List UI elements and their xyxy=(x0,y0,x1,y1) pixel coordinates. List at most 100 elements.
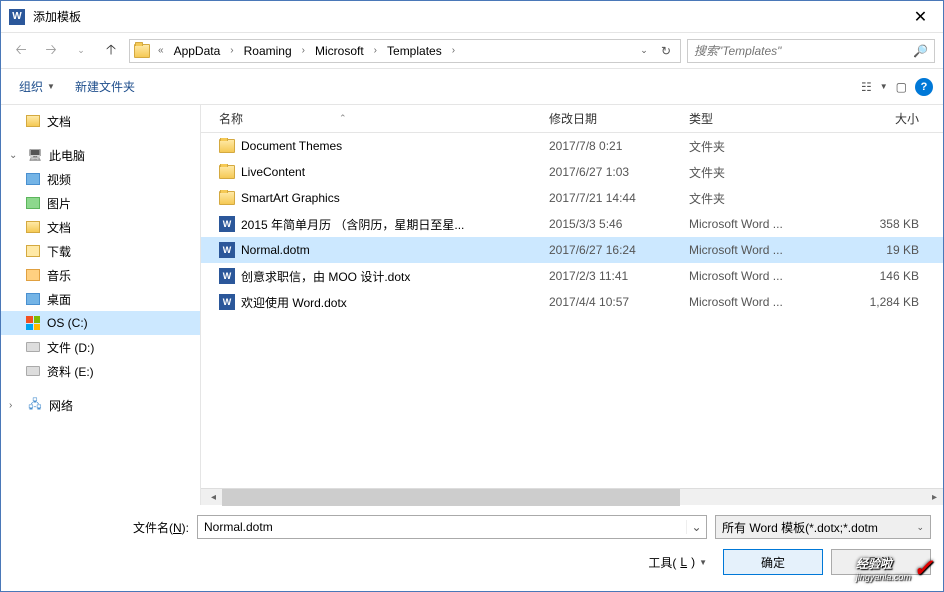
tree-music[interactable]: 音乐 xyxy=(1,263,200,287)
horizontal-scrollbar[interactable]: ◂ ▸ xyxy=(205,488,943,505)
word-file-icon: W xyxy=(219,216,235,232)
nav-back[interactable]: 🡠 xyxy=(9,39,33,63)
tree-desktop[interactable]: 桌面 xyxy=(1,287,200,311)
desktop-icon xyxy=(26,293,40,305)
word-file-icon: W xyxy=(219,268,235,284)
chevron-down-icon: ⌄ xyxy=(916,522,924,533)
file-date: 2017/4/4 10:57 xyxy=(549,295,689,309)
file-list: Document Themes2017/7/8 0:21文件夹LiveConte… xyxy=(201,133,943,488)
tree-drive-d[interactable]: 文件 (D:) xyxy=(1,335,200,359)
scroll-thumb[interactable] xyxy=(222,489,680,506)
folder-icon xyxy=(219,165,235,179)
column-size[interactable]: 大小 xyxy=(839,110,929,127)
file-row[interactable]: W2015 年简单月历 （含阴历，星期日至星...2015/3/3 5:46Mi… xyxy=(201,211,943,237)
tree-downloads[interactable]: 下载 xyxy=(1,239,200,263)
file-type: Microsoft Word ... xyxy=(689,243,839,257)
chevron-icon[interactable]: › xyxy=(448,45,459,56)
folder-icon xyxy=(219,139,235,153)
network-icon: 🖧 xyxy=(27,397,43,413)
breadcrumb-roaming[interactable]: Roaming xyxy=(242,40,294,62)
file-row[interactable]: LiveContent2017/6/27 1:03文件夹 xyxy=(201,159,943,185)
file-type-filter[interactable]: 所有 Word 模板(*.dotx;*.dotm ⌄ xyxy=(715,515,931,539)
navigation-tree: 文档 ⌄🖥此电脑 视频 图片 文档 下载 音乐 桌面 OS (C:) 文件 (D… xyxy=(1,105,201,505)
folder-icon xyxy=(134,44,150,58)
column-name[interactable]: 名称⌃ xyxy=(219,110,549,127)
view-list-icon[interactable]: ☷ xyxy=(861,80,872,94)
file-name: Document Themes xyxy=(241,139,342,153)
refresh-button[interactable]: ↻ xyxy=(656,41,676,61)
word-file-icon: W xyxy=(219,242,235,258)
search-box[interactable]: 🔍 xyxy=(687,39,935,63)
tree-videos[interactable]: 视频 xyxy=(1,167,200,191)
file-name: 2015 年简单月历 （含阴历，星期日至星... xyxy=(241,216,464,233)
nav-forward[interactable]: 🡢 xyxy=(39,39,63,63)
file-row[interactable]: W创意求职信，由 MOO 设计.dotx2017/2/3 11:41Micros… xyxy=(201,263,943,289)
folder-icon xyxy=(219,191,235,205)
tree-pictures[interactable]: 图片 xyxy=(1,191,200,215)
file-type: Microsoft Word ... xyxy=(689,295,839,309)
file-name: 欢迎使用 Word.dotx xyxy=(241,294,347,311)
chevron-icon[interactable]: « xyxy=(154,45,168,56)
tree-network[interactable]: ›🖧网络 xyxy=(1,393,200,417)
breadcrumb-microsoft[interactable]: Microsoft xyxy=(313,40,366,62)
file-type: 文件夹 xyxy=(689,138,839,155)
search-input[interactable] xyxy=(694,44,913,58)
search-icon[interactable]: 🔍 xyxy=(913,44,928,58)
breadcrumb-appdata[interactable]: AppData xyxy=(172,40,223,62)
preview-pane-icon[interactable]: ▢ xyxy=(896,80,907,94)
file-date: 2017/6/27 16:24 xyxy=(549,243,689,257)
file-name: LiveContent xyxy=(241,165,305,179)
organize-button[interactable]: 组织 ▼ xyxy=(11,74,63,99)
word-app-icon: W xyxy=(9,9,25,25)
window-title: 添加模板 xyxy=(33,8,898,25)
file-size: 358 KB xyxy=(839,217,929,231)
filename-combobox[interactable]: ⌄ xyxy=(197,515,707,539)
music-icon xyxy=(26,269,40,281)
tree-documents-quick[interactable]: 文档 xyxy=(1,109,200,133)
tools-button[interactable]: 工具(L) ▼ xyxy=(640,550,715,575)
filename-dropdown[interactable]: ⌄ xyxy=(686,520,706,534)
column-type[interactable]: 类型 xyxy=(689,110,839,127)
tree-drive-c[interactable]: OS (C:) xyxy=(1,311,200,335)
filename-label: 文件名(N): xyxy=(13,519,189,536)
file-row[interactable]: W Normal.dotm 2017/6/27 16:24Microsoft Wor… xyxy=(201,237,943,263)
file-name: Normal.dotm xyxy=(241,243,310,257)
cancel-button[interactable]: 取消 xyxy=(831,549,931,575)
tree-documents[interactable]: 文档 xyxy=(1,215,200,239)
file-row[interactable]: W欢迎使用 Word.dotx2017/4/4 10:57Microsoft W… xyxy=(201,289,943,315)
windows-icon xyxy=(26,316,40,330)
nav-up[interactable]: 🡡 xyxy=(99,39,123,63)
file-size: 146 KB xyxy=(839,269,929,283)
drive-icon xyxy=(26,342,40,352)
chevron-icon[interactable]: › xyxy=(226,45,237,56)
scroll-left[interactable]: ◂ xyxy=(205,489,222,506)
help-button[interactable]: ? xyxy=(915,78,933,96)
address-bar[interactable]: « AppData › Roaming › Microsoft › Templa… xyxy=(129,39,681,63)
file-name: SmartArt Graphics xyxy=(241,191,340,205)
file-date: 2017/7/8 0:21 xyxy=(549,139,689,153)
tree-this-pc[interactable]: ⌄🖥此电脑 xyxy=(1,143,200,167)
documents-icon xyxy=(26,221,40,233)
filename-input[interactable] xyxy=(198,520,686,534)
file-row[interactable]: SmartArt Graphics2017/7/21 14:44文件夹 xyxy=(201,185,943,211)
downloads-icon xyxy=(26,245,40,257)
ok-button[interactable]: 确定 xyxy=(723,549,823,575)
chevron-icon[interactable]: › xyxy=(298,45,309,56)
file-name: 创意求职信，由 MOO 设计.dotx xyxy=(241,268,410,285)
close-button[interactable]: ✕ xyxy=(898,1,943,33)
file-row[interactable]: Document Themes 2017/7/8 0:21文件夹 xyxy=(201,133,943,159)
tree-drive-e[interactable]: 资料 (E:) xyxy=(1,359,200,383)
view-dropdown[interactable]: ▼ xyxy=(880,82,888,91)
breadcrumb-templates[interactable]: Templates xyxy=(385,40,444,62)
drive-icon xyxy=(26,366,40,376)
file-date: 2015/3/3 5:46 xyxy=(549,217,689,231)
chevron-icon[interactable]: › xyxy=(370,45,381,56)
file-type: Microsoft Word ... xyxy=(689,269,839,283)
address-dropdown[interactable]: ⌄ xyxy=(634,41,654,61)
new-folder-button[interactable]: 新建文件夹 xyxy=(67,74,143,99)
file-type: 文件夹 xyxy=(689,164,839,181)
video-icon xyxy=(26,173,40,185)
column-date[interactable]: 修改日期 xyxy=(549,110,689,127)
scroll-right[interactable]: ▸ xyxy=(926,489,943,506)
nav-recent-dropdown[interactable]: ⌄ xyxy=(69,39,93,63)
